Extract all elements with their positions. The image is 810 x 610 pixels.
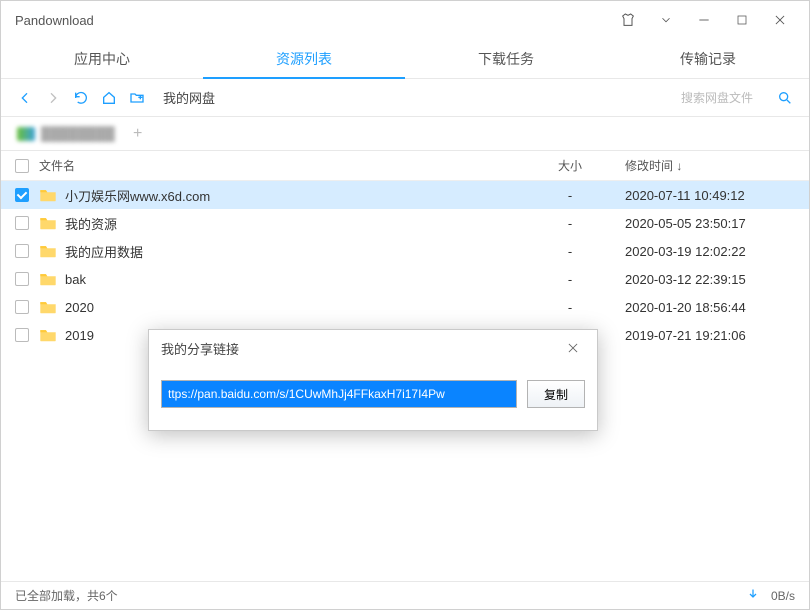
- search-box: [681, 84, 799, 112]
- dropdown-icon[interactable]: [647, 1, 685, 39]
- close-button[interactable]: [761, 1, 799, 39]
- file-time: 2020-03-19 12:02:22: [625, 244, 795, 259]
- column-size[interactable]: 大小: [515, 157, 625, 174]
- file-size: -: [515, 188, 625, 203]
- row-checkbox[interactable]: [15, 328, 29, 342]
- minimize-button[interactable]: [685, 1, 723, 39]
- file-name: 小刀娱乐网www.x6d.com: [65, 186, 515, 205]
- speed-text: 0B/s: [771, 589, 795, 603]
- file-time: 2020-07-11 10:49:12: [625, 188, 795, 203]
- file-name: 我的应用数据: [65, 242, 515, 261]
- select-all-checkbox[interactable]: [15, 159, 29, 173]
- tab-resource-list[interactable]: 资源列表: [203, 39, 405, 78]
- drive-icon: [17, 127, 35, 141]
- dialog-header: 我的分享链接: [149, 330, 597, 366]
- search-icon[interactable]: [771, 84, 799, 112]
- table-row[interactable]: bak-2020-03-12 22:39:15: [1, 265, 809, 293]
- copy-button[interactable]: 复制: [527, 380, 585, 408]
- share-link-dialog: 我的分享链接 ttps://pan.baidu.com/s/1CUwMhJj4F…: [148, 329, 598, 431]
- table-header: 文件名 大小 修改时间 ↓: [1, 151, 809, 181]
- add-tab-button[interactable]: +: [125, 121, 151, 147]
- home-button[interactable]: [95, 84, 123, 112]
- nav-back-button[interactable]: [11, 84, 39, 112]
- file-time: 2020-01-20 18:56:44: [625, 300, 795, 315]
- table-row[interactable]: 2020-2020-01-20 18:56:44: [1, 293, 809, 321]
- table-row[interactable]: 小刀娱乐网www.x6d.com-2020-07-11 10:49:12: [1, 181, 809, 209]
- file-size: -: [515, 244, 625, 259]
- row-checkbox[interactable]: [15, 300, 29, 314]
- file-size: -: [515, 272, 625, 287]
- dialog-close-button[interactable]: [561, 336, 585, 360]
- file-name: 2020: [65, 300, 515, 315]
- file-name: bak: [65, 272, 515, 287]
- dialog-title: 我的分享链接: [161, 339, 239, 358]
- file-time: 2020-05-05 23:50:17: [625, 216, 795, 231]
- tab-app-center[interactable]: 应用中心: [1, 39, 203, 78]
- pathtabs: ████████ +: [1, 117, 809, 151]
- status-text: 已全部加载，共6个: [15, 587, 118, 604]
- row-checkbox[interactable]: [15, 188, 29, 202]
- table-row[interactable]: 我的应用数据-2020-03-19 12:02:22: [1, 237, 809, 265]
- file-name: 我的资源: [65, 214, 515, 233]
- tab-download-tasks[interactable]: 下载任务: [405, 39, 607, 78]
- maximize-button[interactable]: [723, 1, 761, 39]
- shirt-icon[interactable]: [609, 1, 647, 39]
- nav-forward-button[interactable]: [39, 84, 67, 112]
- search-input[interactable]: [681, 91, 771, 105]
- table-row[interactable]: 我的资源-2020-05-05 23:50:17: [1, 209, 809, 237]
- file-time: 2020-03-12 22:39:15: [625, 272, 795, 287]
- main-tabs: 应用中心 资源列表 下载任务 传输记录: [1, 39, 809, 79]
- column-time[interactable]: 修改时间 ↓: [625, 157, 795, 174]
- row-checkbox[interactable]: [15, 216, 29, 230]
- pathtab-item[interactable]: ████████: [7, 122, 125, 145]
- titlebar: Pandownload: [1, 1, 809, 39]
- breadcrumb[interactable]: 我的网盘: [163, 88, 215, 107]
- download-icon: [747, 588, 759, 603]
- file-size: -: [515, 216, 625, 231]
- window-title: Pandownload: [11, 13, 609, 28]
- refresh-button[interactable]: [67, 84, 95, 112]
- file-size: -: [515, 300, 625, 315]
- new-folder-button[interactable]: [123, 84, 151, 112]
- row-checkbox[interactable]: [15, 244, 29, 258]
- statusbar: 已全部加载，共6个 0B/s: [1, 581, 809, 609]
- column-name[interactable]: 文件名: [39, 157, 515, 174]
- toolbar: 我的网盘: [1, 79, 809, 117]
- tab-transfer-log[interactable]: 传输记录: [607, 39, 809, 78]
- share-link-input[interactable]: ttps://pan.baidu.com/s/1CUwMhJj4FFkaxH7i…: [161, 380, 517, 408]
- file-list: 小刀娱乐网www.x6d.com-2020-07-11 10:49:12我的资源…: [1, 181, 809, 349]
- row-checkbox[interactable]: [15, 272, 29, 286]
- file-time: 2019-07-21 19:21:06: [625, 328, 795, 343]
